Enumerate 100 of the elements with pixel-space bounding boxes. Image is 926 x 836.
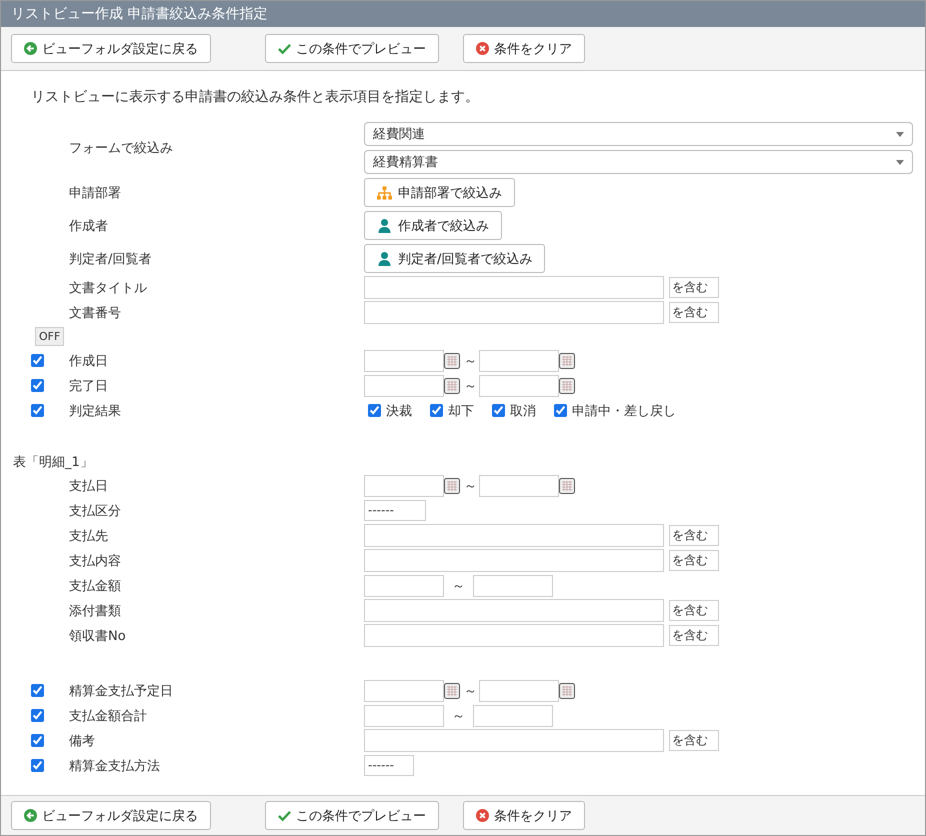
person-icon <box>377 252 392 266</box>
range-separator: ～ <box>452 578 465 594</box>
date-field[interactable] <box>479 350 559 372</box>
checkbox[interactable] <box>31 404 44 417</box>
field-label: 支払金額合計 <box>69 708 148 724</box>
date-field[interactable] <box>479 374 559 396</box>
left-arrow-circle-icon <box>24 42 37 55</box>
calendar-icon[interactable] <box>444 352 460 368</box>
dropdown[interactable]: 経費関連 <box>364 122 913 146</box>
checkbox[interactable] <box>31 684 44 697</box>
filter-button[interactable]: 申請部署で絞込み <box>364 178 515 207</box>
checkbox[interactable] <box>430 404 443 417</box>
match-mode-label: を含む <box>669 625 719 646</box>
person-icon <box>377 218 392 232</box>
range-separator: ～ <box>452 708 465 724</box>
field-label: 精算金支払予定日 <box>69 682 174 700</box>
dropdown[interactable]: 経費精算書 <box>364 150 913 174</box>
text-field[interactable] <box>364 524 664 547</box>
field-label: 支払先 <box>69 528 109 544</box>
left-arrow-circle-icon <box>24 809 37 822</box>
description-text: リストビューに表示する申請書の絞込み条件と表示項目を指定します。 <box>31 88 480 106</box>
calendar-icon[interactable] <box>559 682 575 698</box>
field-label: フォームで絞込み <box>69 140 174 157</box>
clear-button[interactable]: 条件をクリア <box>463 34 585 63</box>
field-label: 文書タイトル <box>69 280 148 296</box>
field-label: 文書番号 <box>69 304 122 322</box>
dropdown[interactable]: ------ <box>364 755 414 776</box>
clear-button[interactable]: 条件をクリア <box>463 801 585 830</box>
checkbox[interactable] <box>31 354 44 367</box>
text-field[interactable] <box>364 276 664 299</box>
field-label: 添付書類 <box>69 602 122 620</box>
calendar-icon[interactable] <box>559 478 575 494</box>
date-field[interactable] <box>364 374 444 396</box>
calendar-icon[interactable] <box>444 478 460 494</box>
match-mode-label: を含む <box>669 277 719 298</box>
match-mode-label: を含む <box>669 730 719 751</box>
checkbox[interactable] <box>31 734 44 747</box>
caret-icon <box>896 132 904 136</box>
dropdown[interactable]: ------ <box>364 500 426 521</box>
checkmark-icon <box>278 42 291 55</box>
calendar-icon[interactable] <box>559 378 575 394</box>
back-button[interactable]: ビューフォルダ設定に戻る <box>11 801 211 830</box>
close-icon <box>476 42 489 55</box>
range-separator: ～ <box>464 378 477 394</box>
filter-button[interactable]: 判定者/回覧者で絞込み <box>364 244 546 273</box>
date-field[interactable] <box>479 474 559 496</box>
field-label: 支払内容 <box>69 552 122 570</box>
number-field[interactable] <box>473 574 553 596</box>
window-title: リストビュー作成 申請書絞込み条件指定 <box>1 1 925 27</box>
text-field[interactable] <box>364 624 664 647</box>
range-separator: ～ <box>464 352 477 370</box>
caret-icon <box>896 160 904 164</box>
match-mode-label: を含む <box>669 525 719 546</box>
preview-button[interactable]: この条件でプレビュー <box>265 801 439 830</box>
field-label: 支払金額 <box>69 578 122 594</box>
checkbox[interactable] <box>31 709 44 722</box>
match-mode-label: を含む <box>669 550 719 571</box>
text-field[interactable] <box>364 549 664 572</box>
field-label: 領収書No <box>69 628 127 644</box>
preview-button[interactable]: この条件でプレビュー <box>265 34 439 63</box>
checkbox[interactable] <box>492 404 505 417</box>
section-heading: 表「明細_1」 <box>13 454 94 472</box>
org-chart-icon <box>377 186 392 200</box>
field-label: 支払日 <box>69 478 109 494</box>
option-label: 決裁 <box>386 402 412 420</box>
text-field[interactable] <box>364 729 664 752</box>
number-field[interactable] <box>364 574 444 596</box>
number-field[interactable] <box>473 704 553 726</box>
number-field[interactable] <box>364 704 444 726</box>
option-label: 取消 <box>510 402 536 420</box>
match-mode-label: を含む <box>669 302 719 323</box>
option-label: 申請中・差し戻し <box>572 402 676 420</box>
checkbox[interactable] <box>31 759 44 772</box>
date-field[interactable] <box>479 680 559 702</box>
field-label: 支払区分 <box>69 502 122 520</box>
date-field[interactable] <box>364 474 444 496</box>
toggle-button[interactable]: OFF <box>35 327 64 346</box>
checkbox[interactable] <box>554 404 567 417</box>
checkbox[interactable] <box>31 379 44 392</box>
checkmark-icon <box>278 809 291 822</box>
field-label: 申請部署 <box>69 184 122 202</box>
field-label: 備考 <box>69 732 96 750</box>
close-icon <box>476 809 489 822</box>
calendar-icon[interactable] <box>559 352 575 368</box>
option-label: 却下 <box>448 402 474 420</box>
match-mode-label: を含む <box>669 600 719 621</box>
date-field[interactable] <box>364 680 444 702</box>
field-label: 判定結果 <box>69 402 122 420</box>
calendar-icon[interactable] <box>444 682 460 698</box>
field-label: 判定者/回覧者 <box>69 250 152 268</box>
calendar-icon[interactable] <box>444 378 460 394</box>
field-label: 作成日 <box>69 352 109 370</box>
text-field[interactable] <box>364 599 664 622</box>
field-label: 完了日 <box>69 378 109 394</box>
checkbox[interactable] <box>368 404 381 417</box>
range-separator: ～ <box>464 682 477 700</box>
date-field[interactable] <box>364 350 444 372</box>
filter-button[interactable]: 作成者で絞込み <box>364 211 502 240</box>
text-field[interactable] <box>364 301 664 324</box>
back-button[interactable]: ビューフォルダ設定に戻る <box>11 34 211 63</box>
